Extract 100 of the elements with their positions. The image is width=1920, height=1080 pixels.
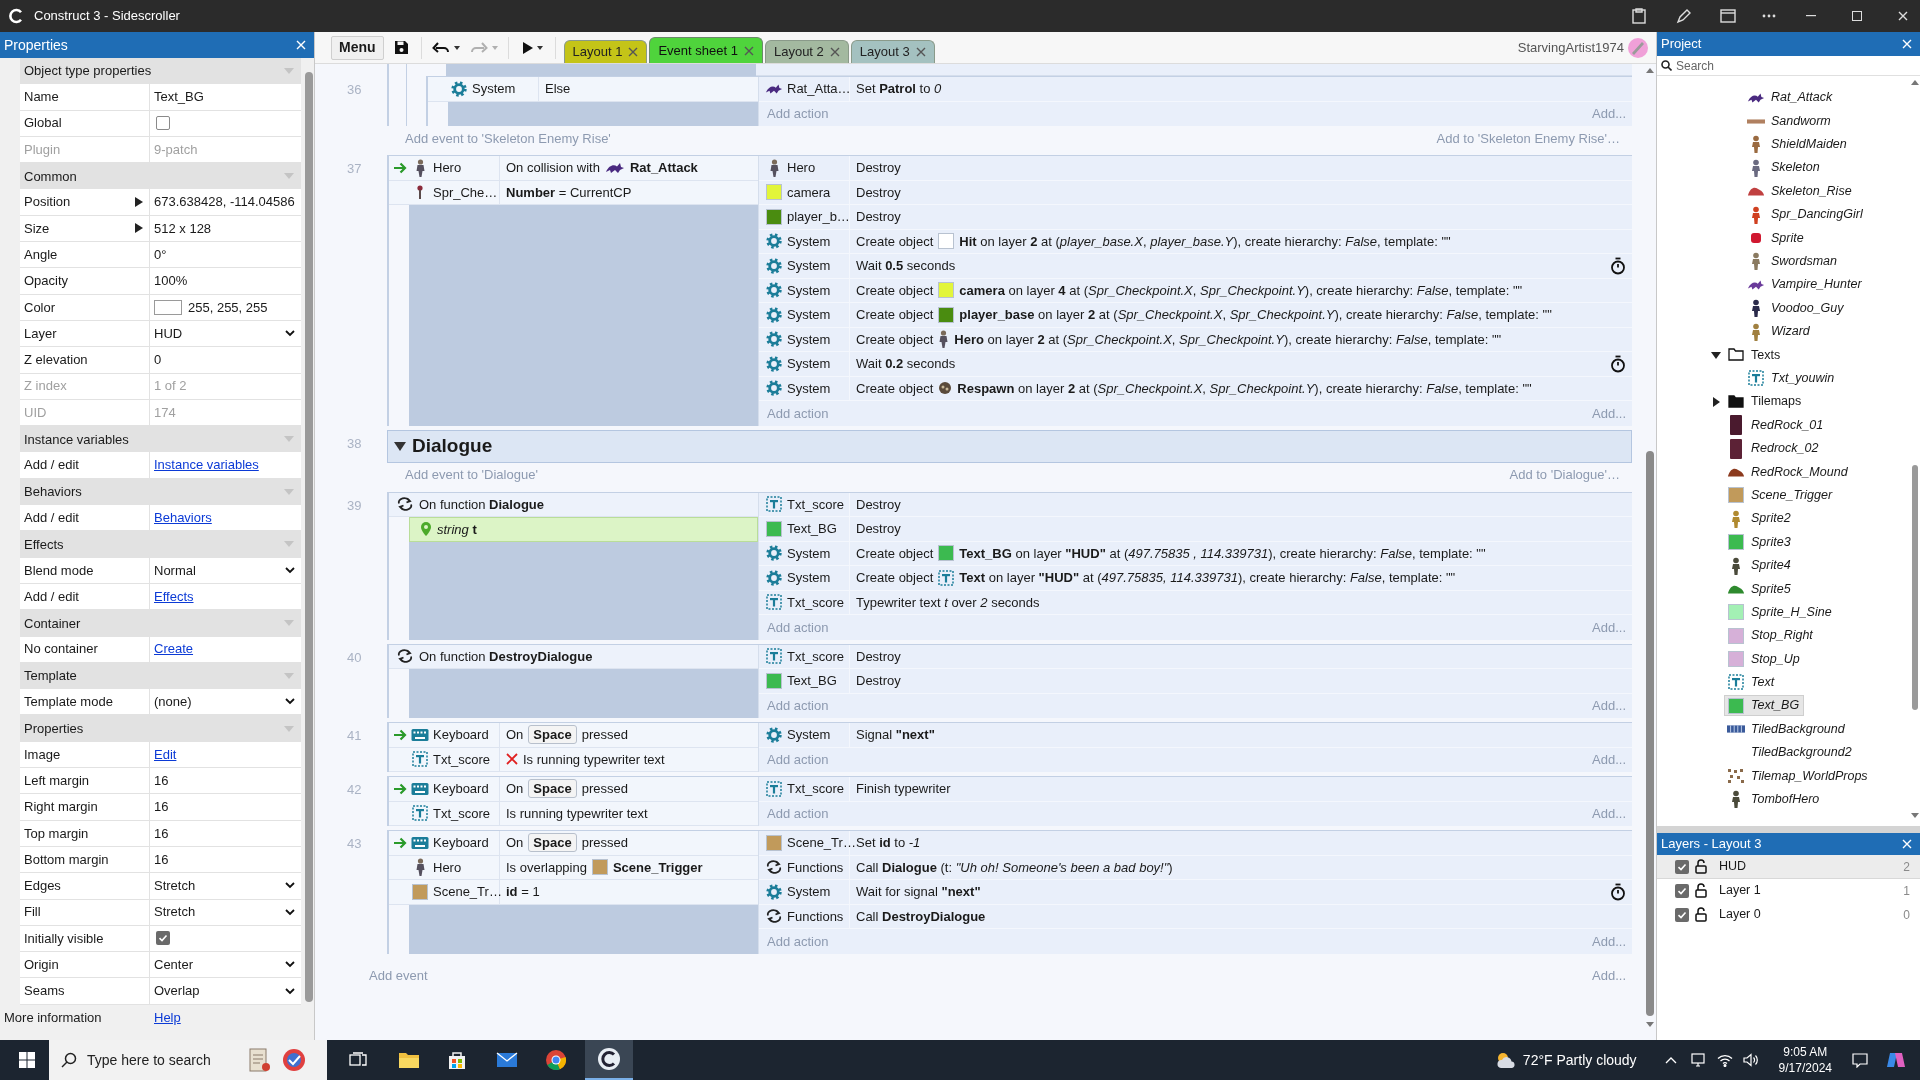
checkbox[interactable] (156, 931, 170, 946)
scroll-up-icon[interactable] (1646, 68, 1654, 73)
tree-item[interactable]: TombofHero (1724, 788, 1825, 810)
tree-item[interactable]: Skeleton_Rise (1744, 180, 1857, 202)
tree-item[interactable]: Sandworm (1744, 110, 1836, 132)
dropdown-value[interactable]: Stretch (154, 876, 196, 896)
play-icon[interactable] (522, 41, 533, 54)
tree-item[interactable]: Sprite_H_Sine (1724, 601, 1837, 623)
condition-row[interactable]: On function Dialogue (389, 492, 758, 517)
wifi-icon[interactable] (1716, 1053, 1733, 1067)
tab[interactable]: Layout 3 (850, 40, 935, 63)
dropdown-value[interactable]: Stretch (154, 902, 196, 922)
lock-icon[interactable] (1695, 859, 1707, 874)
action-row[interactable]: Text_BG Destroy (759, 669, 1632, 694)
section-header[interactable]: Instance variables (20, 426, 302, 453)
tree-item[interactable]: Swordsman (1744, 250, 1842, 272)
parameter-row[interactable]: string t (409, 517, 758, 542)
chevron-down-icon[interactable] (285, 908, 296, 916)
section-header[interactable]: Behaviors (20, 478, 302, 506)
dropdown-value[interactable]: Center (154, 955, 194, 975)
condition-row[interactable]: Txt_score Is running typewriter text (389, 747, 758, 772)
pencil-icon[interactable] (1676, 8, 1692, 24)
scroll-down-icon[interactable] (1911, 813, 1919, 818)
search-field[interactable]: Search (1676, 56, 1920, 75)
tree-item[interactable]: ShieldMaiden (1744, 133, 1852, 155)
condition-row[interactable]: Keyboard On Space pressed (389, 831, 758, 856)
expand-arrow-icon[interactable] (1711, 350, 1721, 360)
expand-arrow-icon[interactable] (1711, 396, 1721, 407)
app-icon[interactable] (247, 1047, 271, 1073)
taskbar-app-button[interactable] (585, 1040, 633, 1080)
action-row[interactable]: Hero Destroy (759, 156, 1632, 181)
tree-item[interactable]: Stop_Right (1724, 625, 1818, 647)
action-row[interactable]: System Wait 0.2 seconds (759, 352, 1632, 377)
chevron-down-icon[interactable] (285, 698, 296, 706)
condition-row[interactable]: On function DestroyDialogue (389, 644, 758, 669)
assistant-icon[interactable] (1886, 1050, 1906, 1070)
condition-row[interactable]: Keyboard On Space pressed (389, 723, 758, 748)
caret-icon[interactable] (536, 45, 543, 50)
property-link[interactable]: Instance variables (154, 455, 259, 475)
action-row[interactable]: Txt_score Typewriter text t over 2 seconds (759, 590, 1632, 615)
checkbox[interactable] (1675, 907, 1689, 922)
save-icon[interactable] (393, 40, 409, 55)
tree-item[interactable]: Txt_youwin (1744, 367, 1840, 389)
chevron-down-icon[interactable] (285, 566, 296, 574)
condition-row[interactable]: Hero Is overlapping Scene_Trigger (389, 855, 758, 880)
tree-item[interactable]: Skeleton (1744, 157, 1825, 179)
action-row[interactable]: camera Destroy (759, 180, 1632, 205)
action-row[interactable]: System Create object Hero on layer 2 at (Spr_Checkpoint.X, Spr_Checkpoint.Y), create hierarchy: False, template: "" (759, 327, 1632, 352)
dropdown-value[interactable]: HUD (154, 323, 183, 344)
action-row[interactable]: System Wait for signal "next" (759, 880, 1632, 905)
collapse-triangle-icon[interactable] (394, 440, 406, 452)
tree-item[interactable]: Sprite5 (1724, 578, 1796, 600)
action-row[interactable]: System Create object Hit on layer 2 at (player_base.X, player_base.Y), create hierarchy: False, template: "" (759, 229, 1632, 254)
action-row[interactable]: System Create object player_base on layer 2 at (Spr_Checkpoint.X, Spr_Checkpoint.Y), create hierarchy: False, template: "" (759, 303, 1632, 328)
expand-arrow-icon[interactable] (135, 223, 143, 234)
tree-item[interactable]: Texts (1724, 344, 1786, 366)
tree-item[interactable]: Tilemap_WorldProps (1724, 765, 1873, 787)
action-row[interactable]: Txt_score Destroy (759, 644, 1632, 669)
tree-item[interactable]: RedRock_01 (1724, 414, 1829, 436)
section-header[interactable]: Object type properties (20, 58, 302, 85)
volume-icon[interactable] (1742, 1053, 1759, 1067)
tree-item[interactable]: RedRock_Mound (1724, 461, 1853, 483)
action-row[interactable]: System Wait 0.5 seconds (759, 254, 1632, 279)
search-field[interactable]: Type here to search (87, 1049, 237, 1071)
section-header[interactable]: Container (20, 610, 302, 637)
action-row[interactable]: Functions Call Dialogue (t: "Uh oh! Someone's been a bad boy!") (759, 855, 1632, 880)
tree-item[interactable]: Sprite4 (1724, 555, 1796, 576)
property-link[interactable]: Create (154, 639, 194, 659)
action-row[interactable]: Txt_score Finish typewriter (759, 777, 1632, 802)
action-row[interactable]: Functions Call DestroyDialogue (759, 904, 1632, 929)
caret-icon[interactable] (453, 45, 460, 50)
action-row[interactable]: System Signal "next" (759, 723, 1632, 748)
help-link[interactable]: Help (154, 1010, 181, 1026)
scroll-up-icon[interactable] (1911, 80, 1919, 85)
dropdown-value[interactable]: Normal (154, 560, 196, 581)
action-row[interactable]: Rat_Atta… Set Patrol to 0 (759, 77, 1632, 102)
action-row[interactable]: Text_BG Destroy (759, 517, 1632, 542)
section-header[interactable]: Effects (20, 531, 302, 558)
tree-item[interactable]: TiledBackground (1724, 718, 1850, 740)
checkbox[interactable] (1675, 883, 1689, 898)
action-row[interactable]: player_b… Destroy (759, 205, 1632, 230)
dropdown-value[interactable]: (none) (154, 692, 192, 712)
chevron-down-icon[interactable] (285, 961, 296, 969)
search-box[interactable]: Type here to search (49, 1040, 327, 1080)
action-row[interactable]: System Create object Respawn on layer 2 at (Spr_Checkpoint.X, Spr_Checkpoint.Y), create hierarchy: False, template: "" (759, 376, 1632, 401)
maximize-icon[interactable] (1852, 11, 1862, 21)
chevron-down-icon[interactable] (285, 882, 296, 890)
clipboard-icon[interactable] (1632, 8, 1646, 24)
menu-button[interactable]: Menu (331, 35, 384, 60)
window-icon[interactable] (1720, 9, 1736, 23)
expand-arrow-icon[interactable] (135, 197, 143, 208)
minimize-icon[interactable] (1806, 15, 1816, 17)
lock-icon[interactable] (1695, 907, 1707, 922)
section-header[interactable]: Common (20, 163, 302, 190)
action-row[interactable]: System Create object camera on layer 4 at (Spr_Checkpoint.X, Spr_Checkpoint.Y), create hierarchy: False, template: "" (759, 278, 1632, 303)
more-icon[interactable] (1762, 14, 1776, 18)
condition-row[interactable]: Keyboard On Space pressed (389, 777, 758, 802)
scrollbar-thumb[interactable] (304, 72, 313, 1002)
tree-item[interactable]: Redrock_02 (1724, 438, 1824, 460)
dropdown-value[interactable]: Overlap (154, 981, 200, 1001)
